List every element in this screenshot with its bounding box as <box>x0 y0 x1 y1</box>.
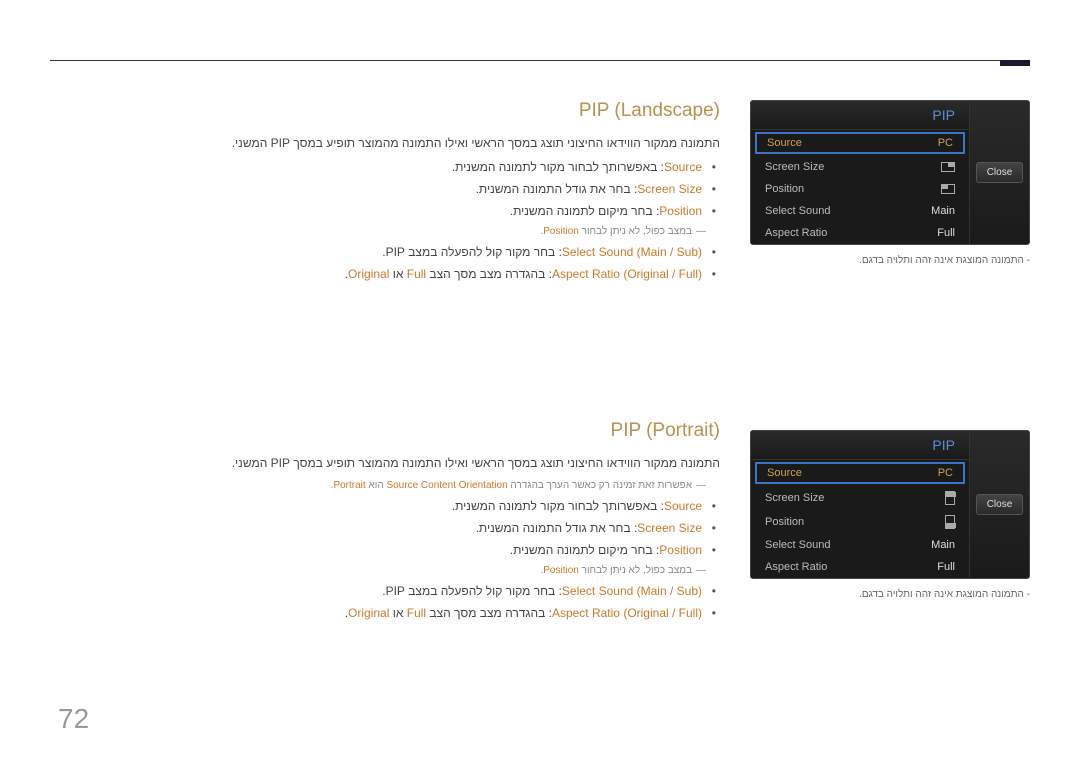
sub-note: במצב כפול, לא ניתן לבחור Position. <box>140 565 692 576</box>
list-item: Position: בחר מיקום לתמונה המשנית. <box>140 204 720 218</box>
availability-note: אפשרות זאת זמינה רק כאשר הערך בהגדרה Sou… <box>140 480 692 491</box>
pip-dialog-landscape: PIP Source PC Screen Size Position Select So… <box>750 100 1030 266</box>
pip-row-aspect-ratio[interactable]: Aspect Ratio Full <box>751 556 969 578</box>
pip-row-position[interactable]: Position <box>751 178 969 200</box>
row-label: Source <box>767 467 802 479</box>
list-item: Aspect Ratio (Original / Full): בהגדרה מ… <box>140 267 720 281</box>
position-icon <box>941 184 955 194</box>
pip-row-select-sound[interactable]: Select Sound Main <box>751 534 969 556</box>
row-value <box>945 491 955 505</box>
row-label: Select Sound <box>765 539 830 551</box>
pip-caption: - התמונה המוצגת אינה זהה ותלויה בדגם. <box>750 589 1030 600</box>
section-landscape: PIP (Landscape) התמונה ממקור הווידאו החי… <box>140 100 720 289</box>
position-icon <box>945 491 955 505</box>
row-label: Aspect Ratio <box>765 561 827 573</box>
pip-caption: - התמונה המוצגת אינה זהה ותלויה בדגם. <box>750 255 1030 266</box>
close-button[interactable]: Close <box>976 494 1024 515</box>
pip-row-select-sound[interactable]: Select Sound Main <box>751 200 969 222</box>
list-item: Source: באפשרותך לבחור מקור לתמונה המשני… <box>140 499 720 513</box>
pip-row-screen-size[interactable]: Screen Size <box>751 156 969 178</box>
row-label: Source <box>767 137 802 149</box>
pip-title: PIP <box>751 431 969 460</box>
pip-title: PIP <box>751 101 969 130</box>
top-border <box>50 60 1030 61</box>
row-label: Screen Size <box>765 161 824 173</box>
sub-note: במצב כפול, לא ניתן לבחור Position. <box>140 226 692 237</box>
intro-text: התמונה ממקור הווידאו החיצוני תוצג במסך ה… <box>140 136 720 150</box>
pip-row-aspect-ratio[interactable]: Aspect Ratio Full <box>751 222 969 244</box>
intro-text: התמונה ממקור הווידאו החיצוני תוצג במסך ה… <box>140 456 720 470</box>
row-label: Select Sound <box>765 205 830 217</box>
pip-dialog-portrait: PIP Source PC Screen Size Position Select So… <box>750 430 1030 600</box>
row-value: Main <box>931 539 955 551</box>
row-value: Main <box>931 205 955 217</box>
list-item: Screen Size: בחר את גודל התמונה המשנית. <box>140 521 720 535</box>
row-label: Position <box>765 183 804 195</box>
position-icon <box>945 515 955 529</box>
list-item: Aspect Ratio (Original / Full): בהגדרה מ… <box>140 606 720 620</box>
pip-row-source[interactable]: Source PC <box>755 132 965 154</box>
section-title: PIP (Portrait) <box>140 420 720 442</box>
position-icon <box>941 162 955 172</box>
row-label: Aspect Ratio <box>765 227 827 239</box>
row-value: Full <box>937 561 955 573</box>
row-value <box>941 184 955 194</box>
top-accent <box>1000 60 1030 66</box>
list-item: Screen Size: בחר את גודל התמונה המשנית. <box>140 182 720 196</box>
list-item: Source: באפשרותך לבחור מקור לתמונה המשני… <box>140 160 720 174</box>
pip-row-source[interactable]: Source PC <box>755 462 965 484</box>
close-button[interactable]: Close <box>976 162 1024 183</box>
row-value: PC <box>938 467 953 479</box>
row-label: Position <box>765 516 804 528</box>
row-value: PC <box>938 137 953 149</box>
pip-row-position[interactable]: Position <box>751 510 969 534</box>
row-value <box>945 515 955 529</box>
page-number: 72 <box>58 703 89 735</box>
row-label: Screen Size <box>765 492 824 504</box>
list-item: Select Sound (Main / Sub): בחר מקור קול … <box>140 584 720 598</box>
section-portrait: PIP (Portrait) התמונה ממקור הווידאו החיצ… <box>140 420 720 628</box>
list-item: Position: בחר מיקום לתמונה המשנית. <box>140 543 720 557</box>
row-value: Full <box>937 227 955 239</box>
row-value <box>941 162 955 172</box>
section-title: PIP (Landscape) <box>140 100 720 122</box>
pip-row-screen-size[interactable]: Screen Size <box>751 486 969 510</box>
list-item: Select Sound (Main / Sub): בחר מקור קול … <box>140 245 720 259</box>
